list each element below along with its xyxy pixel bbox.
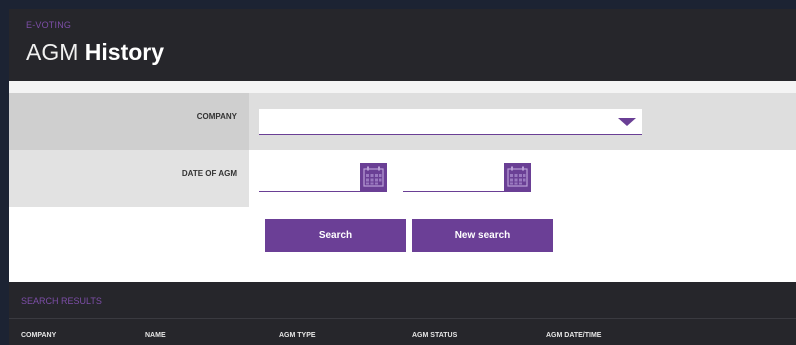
section-eyebrow: E-VOTING bbox=[26, 20, 72, 30]
company-row: COMPANY bbox=[9, 93, 796, 150]
date-from-input[interactable] bbox=[259, 163, 387, 192]
app-frame: E-VOTING AGM History COMPANY DATE OF AGM bbox=[9, 9, 796, 345]
date-label-cell: DATE OF AGM bbox=[9, 150, 249, 207]
chevron-down-icon[interactable] bbox=[618, 118, 636, 126]
date-label: DATE OF AGM bbox=[181, 169, 237, 178]
search-results-panel: SEARCH RESULTS COMPANY NAME AGM TYPE AGM… bbox=[9, 282, 796, 345]
date-row: DATE OF AGM bbox=[9, 150, 796, 207]
new-search-button[interactable]: New search bbox=[412, 219, 553, 252]
search-button[interactable]: Search bbox=[265, 219, 406, 252]
company-select[interactable] bbox=[259, 109, 642, 135]
form-top-strip bbox=[9, 81, 796, 93]
company-label-cell: COMPANY bbox=[9, 93, 249, 150]
page-title: AGM History bbox=[26, 37, 164, 67]
company-label: COMPANY bbox=[196, 112, 237, 121]
calendar-icon[interactable] bbox=[360, 163, 387, 191]
column-header-agm-status[interactable]: AGM STATUS bbox=[412, 332, 457, 339]
date-to-input[interactable] bbox=[403, 163, 531, 192]
results-divider bbox=[9, 318, 796, 319]
page-header: E-VOTING AGM History bbox=[9, 9, 796, 81]
search-results-title: SEARCH RESULTS bbox=[21, 296, 102, 306]
page-title-light: AGM bbox=[26, 39, 79, 65]
calendar-icon[interactable] bbox=[504, 163, 531, 191]
page-title-bold: History bbox=[84, 39, 165, 65]
column-header-agm-type[interactable]: AGM TYPE bbox=[279, 332, 316, 339]
search-form: COMPANY DATE OF AGM Search New search bbox=[9, 81, 796, 282]
column-header-company[interactable]: COMPANY bbox=[21, 332, 56, 339]
column-header-agm-datetime[interactable]: AGM DATE/TIME bbox=[546, 332, 601, 339]
column-header-name[interactable]: NAME bbox=[145, 332, 166, 339]
